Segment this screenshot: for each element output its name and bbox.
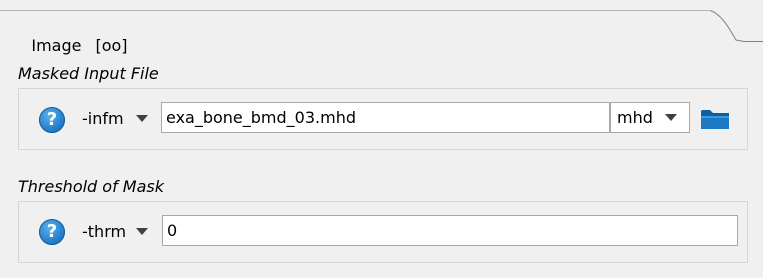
- threshold-of-mask-field[interactable]: [162, 215, 738, 246]
- section-title-masked-input-file: Masked Input File: [18, 64, 159, 83]
- chevron-down-icon[interactable]: [136, 115, 148, 122]
- masked-input-file-field[interactable]: [161, 102, 610, 133]
- flag-label-thrm: -thrm: [82, 222, 127, 241]
- help-icon[interactable]: ?: [39, 107, 65, 133]
- format-select[interactable]: mhd: [610, 102, 690, 133]
- section-title-threshold-of-mask: Threshold of Mask: [18, 177, 165, 196]
- tab-title: Image: [31, 36, 82, 55]
- folder-icon[interactable]: [700, 107, 730, 131]
- threshold-of-mask-group: ? -thrm: [18, 201, 748, 263]
- masked-input-file-group: ? -infm mhd: [18, 88, 748, 150]
- chevron-down-icon: [665, 114, 677, 121]
- options-panel: Image[oo] Masked Input File ? -infm mhd …: [0, 0, 763, 278]
- tab-subtitle: [oo]: [95, 36, 128, 55]
- flag-label-infm: -infm: [82, 109, 124, 128]
- format-select-value: mhd: [617, 108, 653, 127]
- help-icon[interactable]: ?: [39, 219, 65, 245]
- chevron-down-icon[interactable]: [136, 228, 148, 235]
